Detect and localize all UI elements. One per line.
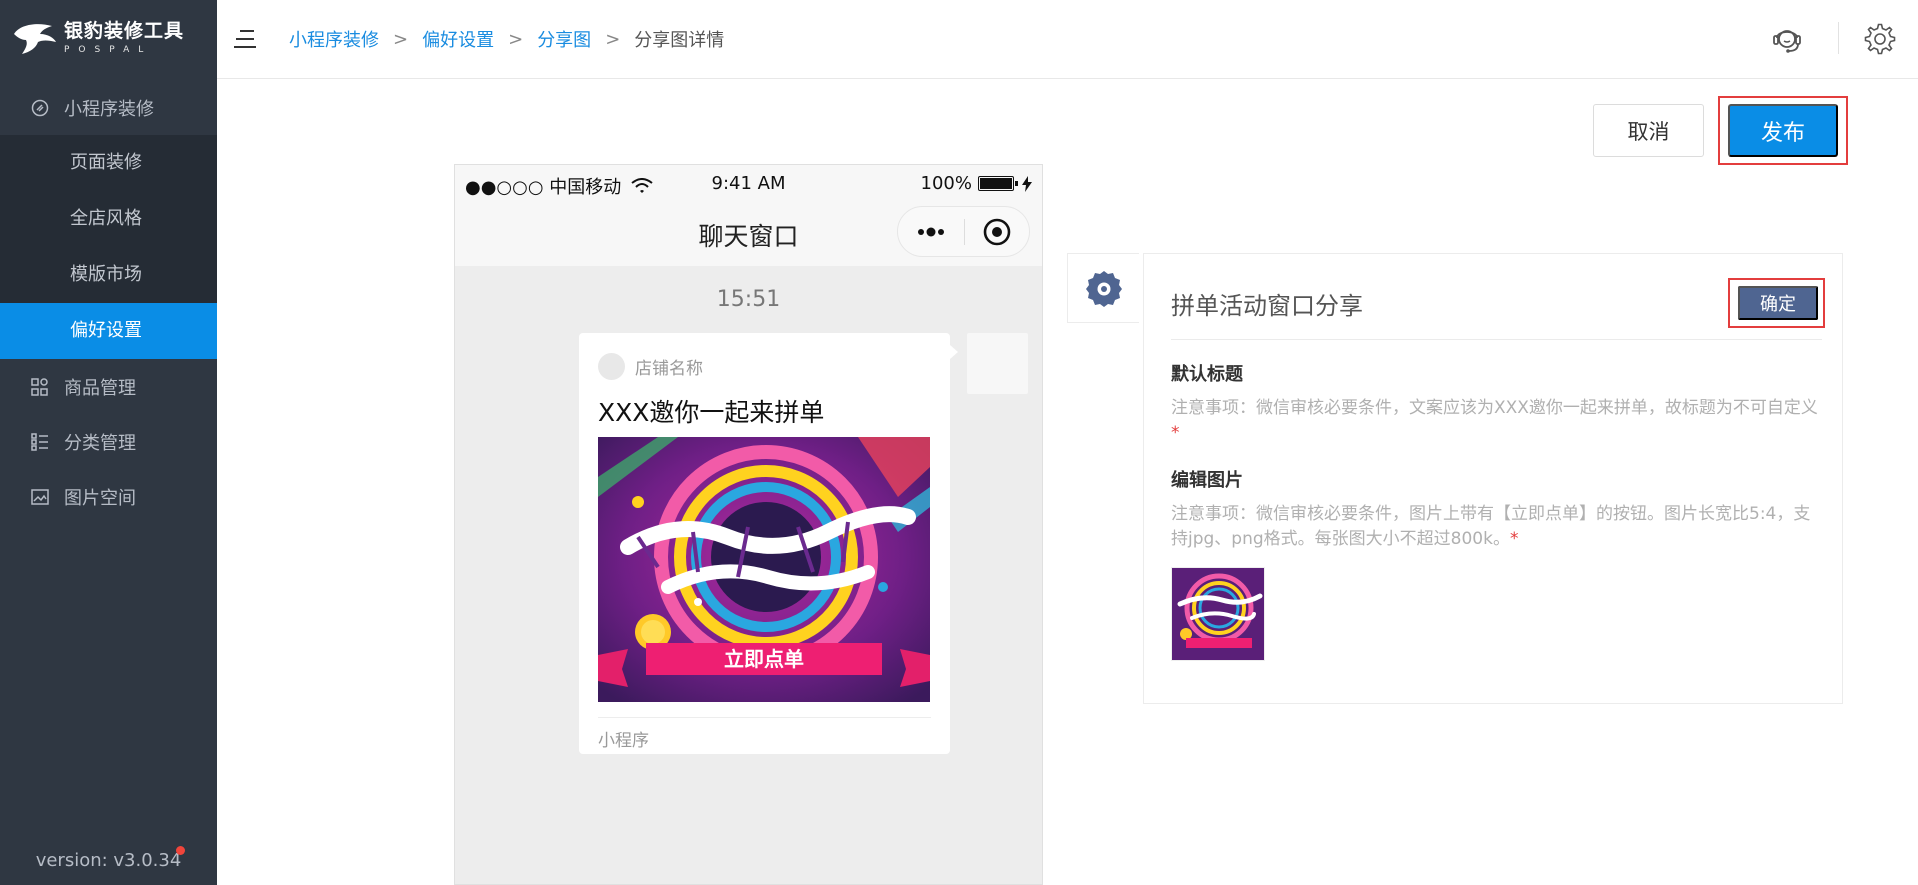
close-target-icon[interactable]	[965, 217, 1029, 247]
edit-image-note: 注意事项：微信审核必要条件，图片上带有【立即点单】的按钮。图片长宽比5:4，支持…	[1171, 504, 1811, 549]
breadcrumb-link-preferences[interactable]: 偏好设置	[422, 26, 494, 52]
breadcrumb-current: 分享图详情	[634, 30, 725, 51]
phone-navbar: ●●○○○ 中国移动 9:41 AM 100% 聊天窗口	[455, 165, 1042, 266]
brand-title: 银豹装修工具	[64, 20, 185, 42]
version-label: version: v3.0.34	[0, 846, 217, 871]
store-avatar	[598, 353, 625, 380]
battery-label: 100%	[920, 173, 972, 194]
sidebar-item-category-management[interactable]: 分类管理	[0, 414, 217, 469]
version-text: version: v3.0.34	[35, 850, 182, 871]
charging-icon	[1022, 175, 1032, 192]
phone-preview: ●●○○○ 中国移动 9:41 AM 100% 聊天窗口 15:51 店铺名称 …	[454, 164, 1043, 885]
sidebar-item-product-management[interactable]: 商品管理	[0, 359, 217, 414]
share-settings-panel: 拼单活动窗口分享 确定 默认标题 注意事项：微信审核必要条件，文案应该为XXX邀…	[1143, 253, 1843, 704]
sidebar-item-page-decoration[interactable]: 页面装修	[0, 135, 217, 191]
publish-button[interactable]: 发布	[1728, 104, 1838, 157]
chat-timestamp: 15:51	[716, 287, 781, 312]
status-bar: ●●○○○ 中国移动 9:41 AM 100%	[465, 173, 1032, 198]
sidebar-group-decoration[interactable]: 小程序装修	[0, 80, 217, 135]
customer-service-icon[interactable]	[1768, 20, 1806, 58]
decoration-icon	[30, 98, 50, 118]
component-settings-tab[interactable]	[1067, 253, 1139, 323]
miniprogram-capsule	[897, 206, 1030, 257]
sidebar: 银豹装修工具 POSPAL 小程序装修 页面装修 全店风格 模版市场 偏好设置 …	[0, 0, 217, 885]
miniprogram-label: 小程序	[598, 731, 649, 751]
battery-icon	[978, 176, 1018, 191]
sidebar-item-preferences[interactable]: 偏好设置	[0, 303, 217, 359]
list-icon	[30, 432, 50, 452]
breadcrumb-separator: >	[605, 28, 621, 50]
share-card[interactable]: 店铺名称 XXX邀你一起来拼单 立即点单 小程序	[579, 333, 958, 754]
breadcrumb-separator: >	[508, 28, 524, 50]
image-icon	[30, 487, 50, 507]
cancel-button[interactable]: 取消	[1593, 104, 1704, 157]
breadcrumb: 小程序装修 > 偏好设置 > 分享图 > 分享图详情	[289, 26, 724, 52]
sidebar-item-label: 分类管理	[64, 432, 136, 454]
brand-subtitle: POSPAL	[64, 45, 153, 55]
image-order-button-text: 立即点单	[724, 647, 804, 671]
top-header: 小程序装修 > 偏好设置 > 分享图 > 分享图详情	[217, 0, 1918, 79]
sidebar-item-label: 商品管理	[64, 377, 136, 399]
sidebar-item-image-space[interactable]: 图片空间	[0, 469, 217, 524]
sidebar-item-store-style[interactable]: 全店风格	[0, 191, 217, 247]
logo[interactable]: 银豹装修工具 POSPAL	[12, 18, 184, 58]
grid-icon	[30, 377, 50, 397]
sender-avatar	[967, 333, 1028, 394]
more-dots-icon[interactable]	[898, 227, 964, 237]
panel-title: 拼单活动窗口分享	[1171, 292, 1363, 320]
sidebar-item-template-market[interactable]: 模版市场	[0, 247, 217, 303]
breadcrumb-link-share-image[interactable]: 分享图	[537, 26, 591, 52]
share-image-thumbnail[interactable]	[1171, 567, 1265, 661]
update-dot	[176, 846, 185, 855]
leopard-logo-icon	[14, 24, 56, 54]
default-title-note: 注意事项：微信审核必要条件，文案应该为XXX邀你一起来拼单，故标题为不可自定义*	[1171, 398, 1818, 443]
sidebar-menu: 小程序装修 页面装修 全店风格 模版市场 偏好设置 商品管理 分类管理 图片空间	[0, 80, 217, 524]
confirm-button[interactable]: 确定	[1738, 286, 1818, 320]
default-title-label: 默认标题	[1171, 364, 1243, 385]
gear-icon[interactable]	[1861, 20, 1899, 58]
store-name: 店铺名称	[635, 359, 703, 379]
gear-icon	[1085, 271, 1122, 307]
breadcrumb-link-decoration[interactable]: 小程序装修	[289, 26, 379, 52]
required-mark: *	[1509, 529, 1519, 549]
menu-toggle-icon[interactable]	[234, 30, 258, 50]
sidebar-group-label: 小程序装修	[64, 98, 154, 120]
sidebar-item-label: 图片空间	[64, 487, 136, 509]
header-divider	[1838, 22, 1839, 54]
share-card-image: 立即点单	[598, 437, 930, 702]
breadcrumb-separator: >	[393, 28, 409, 50]
edit-image-label: 编辑图片	[1171, 470, 1243, 491]
sidebar-submenu: 页面装修 全店风格 模版市场 偏好设置	[0, 135, 217, 359]
share-card-title: XXX邀你一起来拼单	[598, 398, 825, 427]
required-mark: *	[1171, 423, 1180, 443]
